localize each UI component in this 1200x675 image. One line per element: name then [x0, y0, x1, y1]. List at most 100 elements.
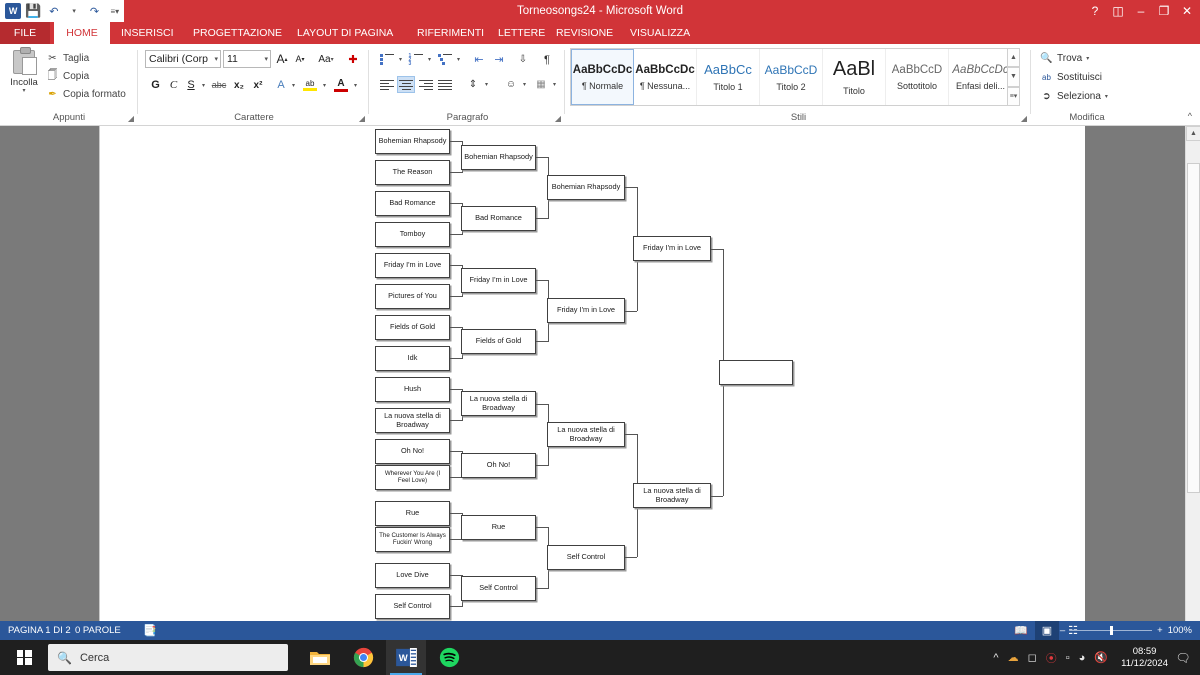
customize-qat-icon[interactable]: ≡▾: [106, 1, 124, 21]
grow-font-button[interactable]: A ▴: [273, 50, 291, 68]
taskbar-app-chrome[interactable]: [343, 640, 383, 675]
tab-lettere[interactable]: LETTERE: [489, 22, 554, 44]
font-color-button[interactable]: A: [331, 76, 351, 94]
shading-icon[interactable]: ☺: [502, 76, 520, 93]
carattere-dialog-launcher[interactable]: ◢: [359, 114, 365, 123]
bracket-node-r4-2[interactable]: La nuova stella di Broadway: [633, 483, 711, 508]
adobe-icon[interactable]: ⦿: [1046, 650, 1057, 666]
word-count[interactable]: 0 PAROLE: [75, 621, 121, 640]
clear-formatting-icon[interactable]: ✚: [343, 50, 363, 68]
taskbar-app-word[interactable]: W: [386, 640, 426, 675]
borders-dropdown-icon[interactable]: ▾: [550, 76, 559, 93]
battery-icon[interactable]: ▫: [1066, 652, 1070, 664]
undo-icon[interactable]: ↶: [45, 1, 63, 21]
bracket-node-r2-5[interactable]: La nuova stella di Broadway: [461, 391, 536, 416]
bracket-node-r1-6[interactable]: Pictures of You: [375, 284, 450, 309]
select-dropdown-icon[interactable]: ▾: [1105, 93, 1108, 100]
numbering-button[interactable]: 123: [407, 51, 425, 68]
save-icon[interactable]: 💾: [24, 1, 42, 21]
restore-button[interactable]: ❐: [1153, 0, 1175, 22]
align-right-button[interactable]: [417, 76, 435, 93]
font-size-combo[interactable]: 11 ▾: [223, 50, 271, 68]
increase-indent-icon[interactable]: ⇥: [490, 51, 508, 68]
zoom-in-button[interactable]: +: [1157, 625, 1163, 636]
tab-home[interactable]: HOME: [54, 22, 110, 44]
paste-button[interactable]: Incolla ▾: [6, 47, 42, 106]
bracket-node-r1-13[interactable]: Rue: [375, 501, 450, 526]
tab-file[interactable]: FILE: [0, 22, 50, 44]
taskbar-search[interactable]: 🔍 Cerca: [48, 644, 288, 671]
font-name-combo[interactable]: Calibri (Corp ▾: [145, 50, 221, 68]
vertical-scrollbar[interactable]: ▲: [1185, 126, 1200, 621]
style-titolo-1[interactable]: AaBbCc Titolo 1: [697, 49, 760, 105]
multilevel-list-button[interactable]: [436, 51, 454, 68]
bracket-node-r2-6[interactable]: Oh No!: [461, 453, 536, 478]
justify-button[interactable]: [436, 76, 454, 93]
close-button[interactable]: ✕: [1176, 0, 1198, 22]
bracket-node-r2-1[interactable]: Bohemian Rhapsody: [461, 145, 536, 170]
minimize-button[interactable]: –: [1130, 0, 1152, 22]
multilevel-dropdown-icon[interactable]: ▾: [454, 51, 463, 68]
bracket-node-r3-2[interactable]: Friday I'm in Love: [547, 298, 625, 323]
print-layout-icon[interactable]: ▣: [1035, 621, 1059, 640]
taskbar-clock[interactable]: 08:59 11/12/2024: [1121, 640, 1168, 675]
bracket-node-r1-12[interactable]: Wherever You Are (I Feel Love): [375, 465, 450, 490]
bracket-node-r2-4[interactable]: Fields of Gold: [461, 329, 536, 354]
align-left-button[interactable]: [378, 76, 396, 93]
bracket-node-r1-2[interactable]: The Reason: [375, 160, 450, 185]
shading-dropdown-icon[interactable]: ▾: [520, 76, 529, 93]
align-center-button[interactable]: [397, 76, 415, 93]
copy-button[interactable]: 🗍 Copia: [46, 68, 90, 85]
undo-dropdown-icon[interactable]: ▾: [65, 1, 83, 21]
bracket-node-r3-4[interactable]: Self Control: [547, 545, 625, 570]
decrease-indent-icon[interactable]: ⇤: [470, 51, 488, 68]
bracket-node-final-winner[interactable]: [719, 360, 793, 385]
font-name-dropdown-icon[interactable]: ▾: [214, 55, 218, 63]
bullets-button[interactable]: [378, 51, 396, 68]
cut-button[interactable]: ✂ Taglia: [46, 50, 89, 67]
bracket-node-r1-10[interactable]: La nuova stella di Broadway: [375, 408, 450, 433]
style-normale[interactable]: AaBbCcDc ¶ Normale: [571, 49, 634, 105]
document-page[interactable]: Bohemian Rhapsody The Reason Bad Romance…: [100, 126, 1085, 621]
show-formatting-marks-button[interactable]: ¶: [538, 51, 556, 68]
tab-revisione[interactable]: REVISIONE: [547, 22, 622, 44]
bullets-dropdown-icon[interactable]: ▾: [396, 51, 405, 68]
bracket-node-r1-5[interactable]: Friday I'm in Love: [375, 253, 450, 278]
styles-scroll-up-icon[interactable]: ▲: [1007, 48, 1020, 68]
collapse-ribbon-icon[interactable]: ^: [1188, 111, 1192, 121]
font-size-dropdown-icon[interactable]: ▾: [264, 55, 268, 63]
bracket-node-r2-3[interactable]: Friday I'm in Love: [461, 268, 536, 293]
bracket-node-r1-8[interactable]: Idk: [375, 346, 450, 371]
start-button[interactable]: [6, 640, 42, 675]
zoom-slider[interactable]: [1070, 626, 1153, 635]
borders-icon[interactable]: ▦: [532, 76, 550, 93]
find-button[interactable]: 🔍 Trova ▾: [1040, 50, 1089, 67]
scrollbar-thumb[interactable]: [1187, 163, 1200, 493]
superscript-button[interactable]: x²: [249, 76, 267, 94]
zoom-slider-thumb[interactable]: [1110, 626, 1114, 635]
bracket-node-r1-1[interactable]: Bohemian Rhapsody: [375, 129, 450, 154]
sort-icon[interactable]: ⇩: [514, 51, 532, 68]
change-case-button[interactable]: Aa ▾: [313, 50, 339, 68]
help-button[interactable]: ?: [1084, 0, 1106, 22]
underline-button[interactable]: S: [183, 76, 199, 94]
styles-more-icon[interactable]: ≡▾: [1007, 86, 1020, 106]
bracket-node-r2-2[interactable]: Bad Romance: [461, 206, 536, 231]
notifications-icon[interactable]: 🗨: [1172, 640, 1194, 675]
line-spacing-icon[interactable]: ⇕: [464, 76, 482, 93]
select-button[interactable]: ➲ Seleziona ▾: [1040, 88, 1108, 105]
bracket-node-r1-14[interactable]: The Customer Is Always Fuckin' Wrong: [375, 527, 450, 552]
bracket-node-r2-7[interactable]: Rue: [461, 515, 536, 540]
bracket-node-r1-15[interactable]: Love Dive: [375, 563, 450, 588]
taskbar-app-spotify[interactable]: [429, 640, 469, 675]
text-effects-button[interactable]: A: [272, 76, 290, 94]
line-spacing-dropdown-icon[interactable]: ▾: [482, 76, 491, 93]
highlight-button[interactable]: ab: [300, 76, 320, 94]
text-effects-dropdown-icon[interactable]: ▾: [289, 76, 298, 94]
shrink-font-button[interactable]: A ▾: [291, 50, 309, 68]
numbering-dropdown-icon[interactable]: ▾: [425, 51, 434, 68]
italic-button[interactable]: C: [165, 76, 182, 94]
bracket-node-r1-11[interactable]: Oh No!: [375, 439, 450, 464]
onedrive-icon[interactable]: ☁: [1008, 651, 1019, 664]
strikethrough-button[interactable]: abc: [209, 76, 229, 94]
